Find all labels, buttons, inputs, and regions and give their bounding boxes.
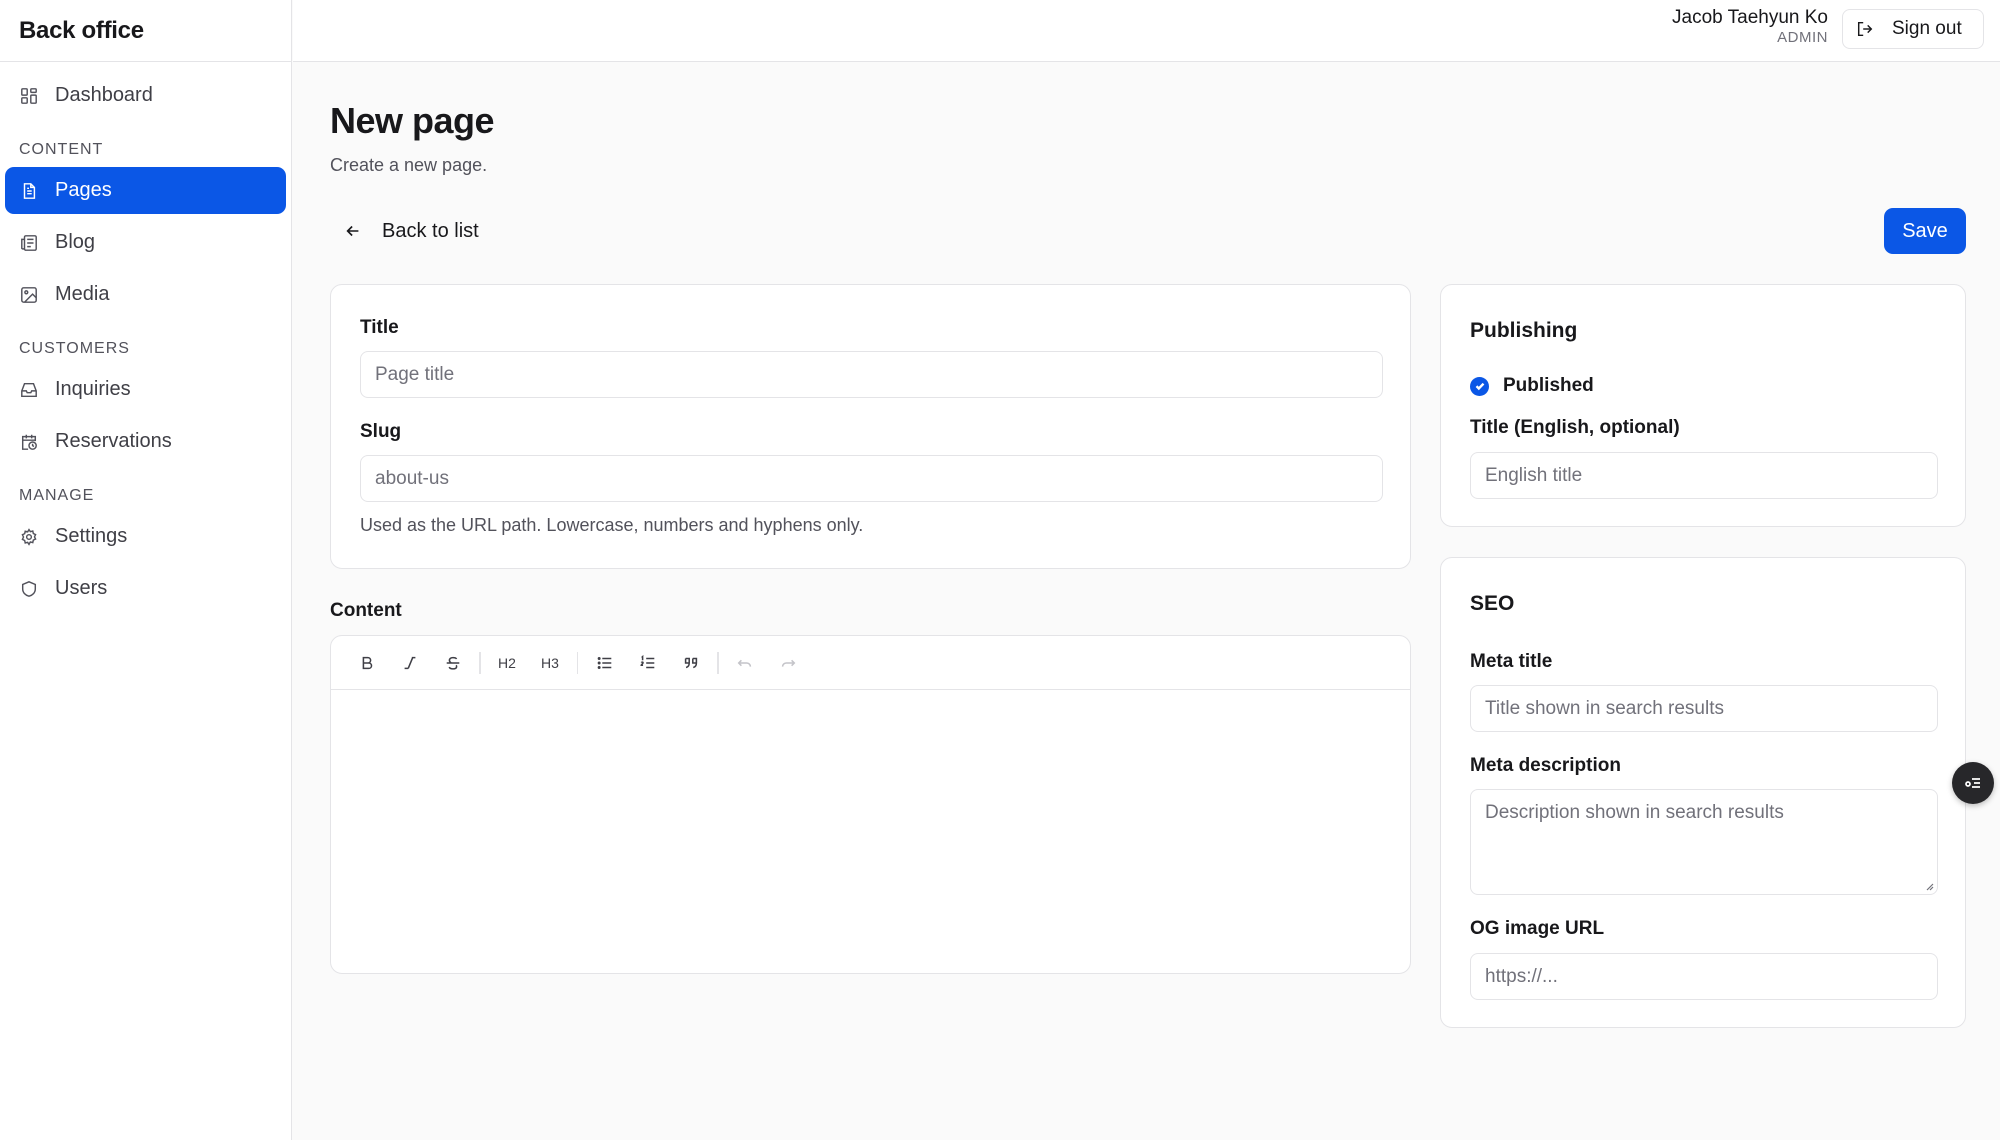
title-input[interactable]: Page title xyxy=(360,351,1383,398)
content-label: Content xyxy=(330,600,402,621)
sidebar-item-label: Media xyxy=(55,283,110,305)
quote-icon xyxy=(684,657,697,668)
image-icon xyxy=(19,285,39,305)
strikethrough-button[interactable] xyxy=(431,646,474,680)
heading-2-button[interactable]: H2 xyxy=(486,646,529,680)
sidebar-item-label: Pages xyxy=(55,179,112,201)
sign-out-label: Sign out xyxy=(1892,18,1962,39)
toolbar-divider xyxy=(576,651,578,674)
heading-3-label: H3 xyxy=(541,654,559,671)
file-text-icon xyxy=(19,181,39,201)
slug-label: Slug xyxy=(360,421,402,442)
published-checkbox[interactable]: Published xyxy=(1470,375,1594,397)
sidebar-item-settings[interactable]: Settings xyxy=(5,513,286,560)
meta-description-textarea[interactable]: Description shown in search results xyxy=(1470,789,1938,895)
sidebar-item-label: Dashboard xyxy=(55,84,153,106)
save-button[interactable]: Save xyxy=(1884,208,1966,254)
toolbar-divider xyxy=(717,651,719,674)
sidebar-item-label: Users xyxy=(55,577,108,599)
brand-title: Back office xyxy=(0,0,291,62)
sidebar-nav: Dashboard CONTENT Pages Blog Media CUSTO… xyxy=(0,62,291,627)
og-image-input[interactable]: https://... xyxy=(1470,953,1938,1000)
heading-3-button[interactable]: H3 xyxy=(529,646,572,680)
undo-button[interactable] xyxy=(724,646,767,680)
newspaper-icon xyxy=(19,233,39,253)
ordered-list-icon xyxy=(639,654,654,668)
page-details-card: Title Page title Slug about-us Used as t… xyxy=(330,284,1411,569)
editor-body[interactable] xyxy=(331,691,1410,973)
bold-icon xyxy=(362,656,372,669)
seo-heading: SEO xyxy=(1470,592,1515,615)
og-image-label: OG image URL xyxy=(1470,918,1605,939)
sidebar: Back office Dashboard CONTENT Pages Blog xyxy=(0,0,292,1140)
back-to-list-label: Back to list xyxy=(382,219,479,242)
sidebar-item-pages[interactable]: Pages xyxy=(5,167,286,214)
ordered-list-button[interactable] xyxy=(626,646,669,680)
log-out-icon xyxy=(1857,21,1873,37)
calendar-clock-icon xyxy=(19,432,39,452)
title-label: Title xyxy=(360,317,399,338)
resize-handle-icon[interactable] xyxy=(1925,882,1934,891)
editor-toolbar: H2 H3 xyxy=(331,636,1410,690)
sign-out-button[interactable]: Sign out xyxy=(1842,9,1984,49)
top-bar: Jacob Taehyun Ko ADMIN Sign out xyxy=(293,0,2000,62)
toolbar-divider xyxy=(479,651,481,674)
meta-title-input[interactable]: Title shown in search results xyxy=(1470,685,1938,732)
blockquote-button[interactable] xyxy=(669,646,712,680)
bullet-list-icon xyxy=(597,656,611,669)
strikethrough-icon xyxy=(446,656,459,670)
check-circle-icon xyxy=(1470,376,1489,396)
sidebar-item-inquiries[interactable]: Inquiries xyxy=(5,366,286,413)
publishing-heading: Publishing xyxy=(1470,319,1578,342)
user-info: Jacob Taehyun Ko ADMIN xyxy=(1672,6,1828,47)
undo-icon xyxy=(737,659,752,667)
user-role: ADMIN xyxy=(1777,29,1828,46)
arrow-left-icon xyxy=(346,225,359,237)
meta-description-placeholder: Description shown in search results xyxy=(1485,802,1784,823)
sidebar-item-reservations[interactable]: Reservations xyxy=(5,418,286,465)
italic-icon xyxy=(404,656,415,669)
redo-icon xyxy=(781,659,796,667)
title-english-label: Title (English, optional) xyxy=(1470,417,1680,438)
sidebar-item-label: Blog xyxy=(55,231,96,253)
content-editor: H2 H3 xyxy=(330,635,1411,974)
bold-button[interactable] xyxy=(345,646,388,680)
meta-description-label: Meta description xyxy=(1470,755,1621,776)
publishing-card: Publishing Published Title (English, opt… xyxy=(1440,284,1966,527)
shield-icon xyxy=(19,579,39,599)
page-title: New page xyxy=(330,100,495,141)
heading-2-label: H2 xyxy=(498,654,516,671)
list-settings-icon xyxy=(1965,778,1980,788)
back-to-list-button[interactable]: Back to list xyxy=(330,209,493,253)
floating-menu-button[interactable] xyxy=(1952,762,1994,804)
bullet-list-button[interactable] xyxy=(583,646,626,680)
meta-title-label: Meta title xyxy=(1470,651,1553,672)
redo-button[interactable] xyxy=(767,646,810,680)
seo-card: SEO Meta title Title shown in search res… xyxy=(1440,557,1966,1028)
italic-button[interactable] xyxy=(388,646,431,680)
sidebar-item-media[interactable]: Media xyxy=(5,271,286,318)
inbox-icon xyxy=(19,380,39,400)
slug-hint: Used as the URL path. Lowercase, numbers… xyxy=(360,515,864,535)
section-label-manage: MANAGE xyxy=(19,487,95,504)
published-label: Published xyxy=(1503,375,1594,396)
sidebar-item-label: Reservations xyxy=(55,430,172,452)
dashboard-icon xyxy=(19,86,39,106)
gear-icon xyxy=(19,527,39,547)
section-label-customers: CUSTOMERS xyxy=(19,340,130,357)
sidebar-item-dashboard[interactable]: Dashboard xyxy=(5,72,286,119)
slug-input[interactable]: about-us xyxy=(360,455,1383,502)
title-english-input[interactable]: English title xyxy=(1470,452,1938,499)
user-name: Jacob Taehyun Ko xyxy=(1672,7,1828,28)
sidebar-item-users[interactable]: Users xyxy=(5,565,286,612)
sidebar-item-blog[interactable]: Blog xyxy=(5,219,286,266)
section-label-content: CONTENT xyxy=(19,141,104,158)
page-subtitle: Create a new page. xyxy=(330,155,488,175)
sidebar-item-label: Inquiries xyxy=(55,378,131,400)
sidebar-item-label: Settings xyxy=(55,525,128,547)
